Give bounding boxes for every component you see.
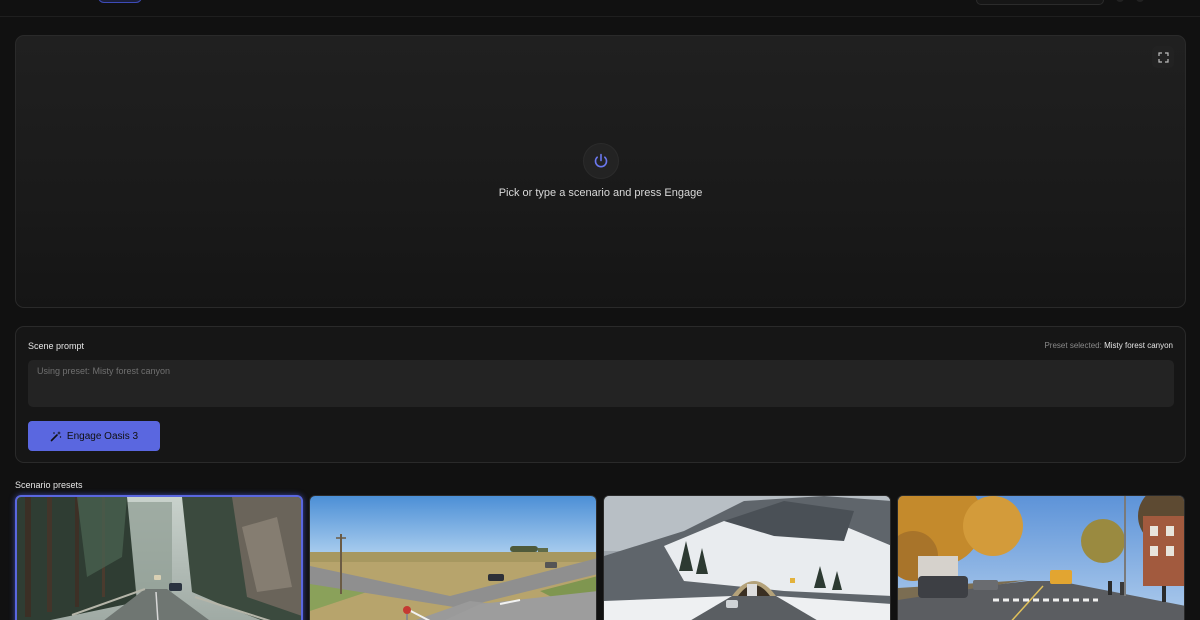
preset-selected-value: Misty forest canyon <box>1104 341 1173 350</box>
engage-button-label: Engage Oasis 3 <box>66 430 139 442</box>
viewer-message: Pick or type a scenario and press Engage <box>498 187 703 199</box>
scenario-presets-title: Scenario presets <box>15 480 83 490</box>
power-button[interactable] <box>583 143 619 179</box>
version-badge <box>98 0 142 3</box>
prairie-intersection-thumbnail <box>310 496 596 620</box>
engage-button[interactable]: Engage Oasis 3 <box>28 421 160 451</box>
preset-tile-prairie-intersection[interactable] <box>309 495 597 620</box>
scene-prompt-input[interactable] <box>28 360 1174 407</box>
top-icon-button[interactable] <box>1116 0 1124 2</box>
preset-tile-forest-road[interactable] <box>15 495 303 620</box>
preset-tile-autumn-street[interactable] <box>897 495 1185 620</box>
magic-wand-icon <box>50 431 62 442</box>
top-icon-button[interactable] <box>1136 0 1144 2</box>
top-bar <box>0 0 1200 17</box>
scene-prompt-card: Scene prompt Preset selected: Misty fore… <box>15 326 1186 463</box>
preset-selected-info: Preset selected: Misty forest canyon <box>1044 341 1173 350</box>
top-search-input[interactable] <box>976 0 1104 5</box>
simulation-viewer: Pick or type a scenario and press Engage <box>15 35 1186 308</box>
scene-prompt-label: Scene prompt <box>28 341 85 351</box>
app-logo <box>18 0 88 4</box>
preset-selected-prefix: Preset selected: <box>1044 341 1102 350</box>
power-icon <box>594 153 608 168</box>
fullscreen-icon <box>1157 51 1169 63</box>
autumn-street-thumbnail <box>898 496 1184 620</box>
preset-tile-snowy-tunnel[interactable] <box>603 495 891 620</box>
snowy-tunnel-thumbnail <box>604 496 890 620</box>
fullscreen-button[interactable] <box>1152 46 1174 68</box>
forest-road-thumbnail <box>17 497 301 620</box>
